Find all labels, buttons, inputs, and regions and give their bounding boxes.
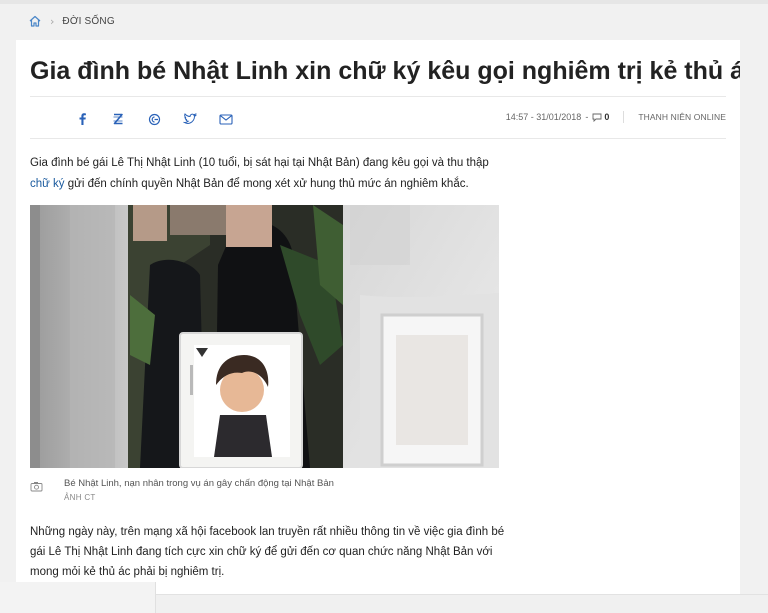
meta-divider (623, 111, 625, 123)
breadcrumb-category[interactable]: ĐỜI SỐNG (62, 16, 114, 27)
article-card: Gia đình bé Nhật Linh xin chữ ký kêu gọi… (16, 40, 740, 613)
zalo-icon[interactable] (100, 108, 136, 130)
facebook-icon[interactable] (64, 108, 100, 130)
bottom-panel (0, 582, 156, 613)
article-source: THANH NIÊN ONLINE (638, 112, 726, 122)
lead-text: gửi đến chính quyền Nhật Bản để mong xét… (64, 178, 469, 190)
comment-count[interactable]: 0 (592, 112, 609, 122)
lead-text: Gia đình bé gái Lê Thị Nhật Linh (10 tuổ… (30, 157, 489, 169)
photo-caption: Bé Nhật Linh, nạn nhân trong vụ án gây c… (30, 477, 500, 502)
camera-icon (30, 477, 46, 502)
share-bar (64, 108, 244, 130)
caption-text: Bé Nhật Linh, nạn nhân trong vụ án gây c… (64, 478, 334, 489)
article-lead: Gia đình bé gái Lê Thị Nhật Linh (10 tuổ… (30, 153, 510, 195)
top-border (0, 0, 768, 4)
divider (30, 138, 726, 139)
divider (30, 96, 726, 97)
lead-link[interactable]: chữ ký (30, 178, 65, 190)
article-paragraph: Những ngày này, trên mạng xã hội faceboo… (30, 526, 505, 578)
chevron-right-icon: › (50, 14, 55, 28)
article-title: Gia đình bé Nhật Linh xin chữ ký kêu gọi… (30, 57, 740, 85)
timestamp: 14:57 - 31/01/2018 (505, 112, 582, 122)
comment-count-value: 0 (604, 112, 610, 122)
photo-credit: ẢNH CT (64, 493, 96, 502)
google-plus-icon[interactable] (136, 108, 172, 130)
article-photo[interactable] (30, 205, 499, 468)
home-icon[interactable] (28, 14, 42, 28)
page-gutter (745, 4, 768, 594)
twitter-icon[interactable] (172, 108, 208, 130)
article-meta: 14:57 - 31/01/2018 - 0 THANH NIÊN ONLINE (506, 111, 726, 123)
email-icon[interactable] (208, 108, 244, 130)
comment-icon (592, 113, 602, 122)
meta-separator: - (585, 112, 589, 122)
breadcrumb: › ĐỜI SỐNG (28, 12, 115, 30)
